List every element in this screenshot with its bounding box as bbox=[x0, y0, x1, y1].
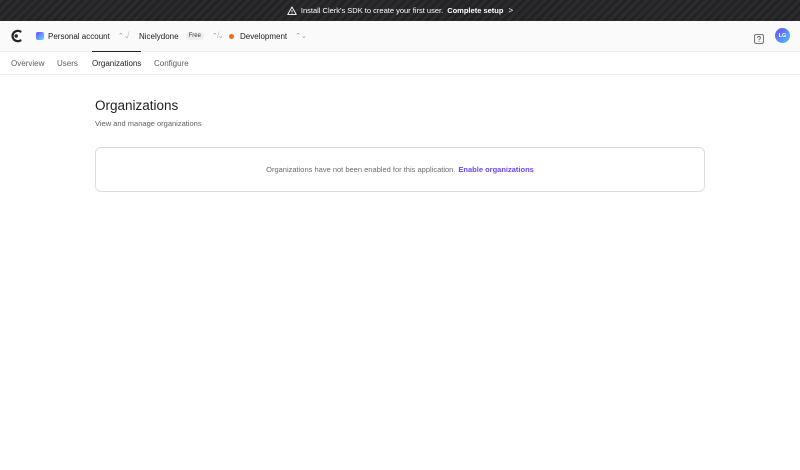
chevron-updown-icon: ⌃⌄ bbox=[295, 32, 307, 40]
application-switcher[interactable]: Nicelydone Free ⌃⌄ bbox=[139, 21, 224, 51]
page-title: Organizations bbox=[95, 98, 179, 113]
application-name: Nicelydone bbox=[139, 31, 179, 41]
nav-tabs: Overview Users Organizations Configure bbox=[0, 51, 800, 75]
environment-name: Development bbox=[240, 31, 288, 41]
top-header: Personal account ⌃⌄ / Nicelydone Free ⌃⌄… bbox=[0, 21, 800, 51]
plan-badge: Free bbox=[185, 32, 204, 40]
account-avatar-icon bbox=[36, 32, 44, 40]
organizations-disabled-notice: Organizations have not been enabled for … bbox=[95, 147, 705, 192]
breadcrumb-separator: / bbox=[217, 30, 220, 40]
page-subtitle: View and manage organizations bbox=[95, 119, 202, 128]
environment-switcher[interactable]: Development ⌃⌄ bbox=[229, 21, 307, 51]
tab-configure[interactable]: Configure bbox=[154, 52, 189, 75]
tab-users[interactable]: Users bbox=[57, 52, 78, 75]
complete-setup-link[interactable]: Complete setup bbox=[447, 6, 503, 15]
enable-organizations-link[interactable]: Enable organizations bbox=[458, 165, 533, 174]
chevron-right-icon: > bbox=[508, 6, 514, 15]
breadcrumb-separator: / bbox=[127, 30, 130, 40]
help-icon[interactable] bbox=[754, 31, 764, 44]
banner-text: Install Clerk's SDK to create your first… bbox=[300, 6, 444, 15]
notice-text: Organizations have not been enabled for … bbox=[266, 165, 456, 174]
environment-status-dot bbox=[229, 33, 234, 39]
user-avatar[interactable]: LG bbox=[775, 28, 790, 43]
warning-icon bbox=[287, 6, 297, 16]
tab-overview[interactable]: Overview bbox=[11, 52, 44, 75]
account-switcher[interactable]: Personal account ⌃⌄ bbox=[36, 21, 130, 51]
account-name: Personal account bbox=[48, 31, 110, 41]
tab-organizations[interactable]: Organizations bbox=[92, 51, 142, 75]
setup-banner: Install Clerk's SDK to create your first… bbox=[0, 0, 800, 21]
clerk-logo-icon[interactable] bbox=[10, 29, 23, 43]
